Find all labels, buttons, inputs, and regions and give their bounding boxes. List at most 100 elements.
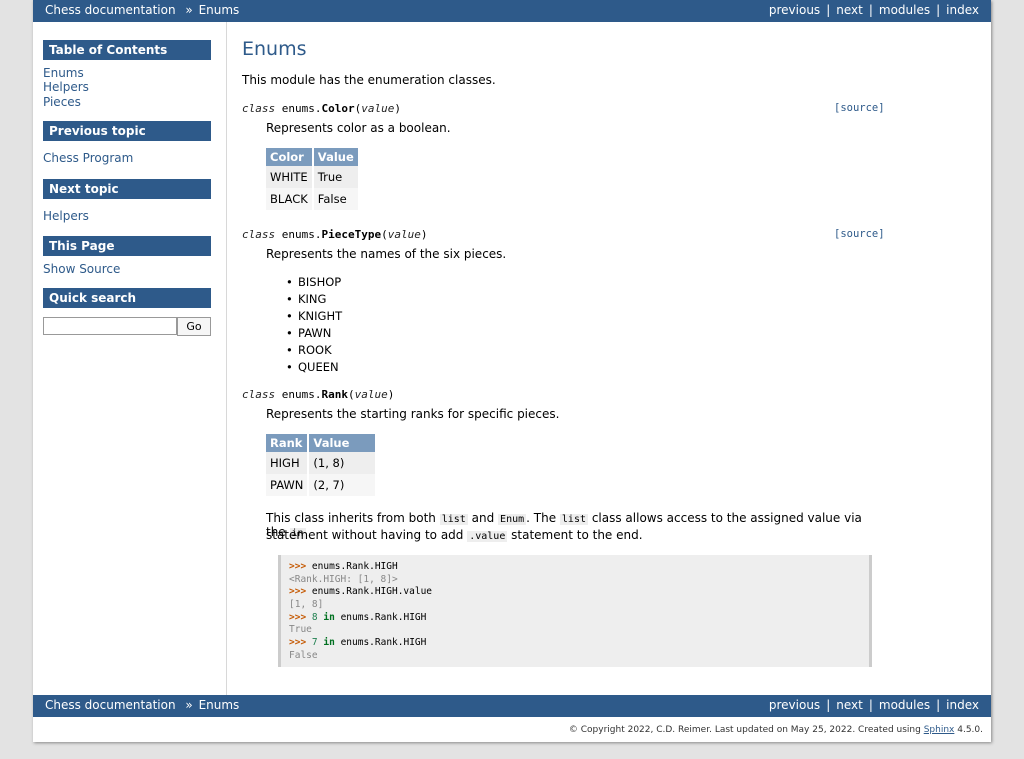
table-cell: True	[312, 166, 360, 188]
code-number: 8	[311, 611, 318, 623]
param-name: value	[361, 102, 395, 115]
breadcrumb-current: Enums	[198, 3, 240, 17]
code-block: >>> enums.Rank.HIGH <Rank.HIGH: [1, 8]> …	[278, 555, 872, 667]
piecetype-description: Represents the names of the six pieces.	[266, 247, 507, 261]
color-description: Represents color as a boolean.	[266, 121, 451, 135]
breadcrumb: Chess documentation » Enums	[45, 698, 239, 712]
nav-divider: |	[868, 3, 873, 17]
inline-code: list	[439, 514, 468, 525]
prompt: >>>	[289, 611, 307, 623]
module-prefix: enums.	[281, 388, 322, 401]
inline-code: .value	[467, 531, 508, 542]
related-links: previous | next | modules | index	[769, 3, 979, 17]
class-keyword: class	[242, 228, 276, 241]
inline-code: Enum	[498, 514, 527, 525]
next-topic-heading: Next topic	[43, 179, 211, 199]
list-item: PAWN	[286, 326, 332, 340]
next-link[interactable]: next	[836, 698, 863, 712]
breadcrumb: Chess documentation » Enums	[45, 3, 239, 17]
code-line: enums.Rank.HIGH	[340, 637, 427, 649]
nav-divider: |	[826, 3, 831, 17]
nav-divider: |	[936, 698, 941, 712]
code-output: True	[289, 624, 312, 636]
class-name: PieceType	[321, 228, 382, 241]
main-content: Enums This module has the enumeration cl…	[242, 22, 982, 695]
param-name: value	[387, 228, 421, 241]
color-signature: class enums.Color(value)	[242, 102, 401, 115]
module-prefix: enums.	[281, 228, 322, 241]
text: This class inherits from both	[266, 511, 440, 525]
previous-topic-heading: Previous topic	[43, 121, 211, 141]
code-output: [1, 8]	[289, 599, 324, 611]
footer: © Copyright 2022, C.D. Reimer. Last upda…	[33, 717, 991, 742]
related-links: previous | next | modules | index	[769, 698, 979, 712]
index-link[interactable]: index	[946, 3, 979, 17]
table-row: BLACK False	[266, 188, 360, 210]
this-page-heading: This Page	[43, 236, 211, 256]
inline-code: list	[559, 514, 588, 525]
table-cell: HIGH	[266, 452, 310, 474]
table-cell: (1, 8)	[308, 452, 378, 474]
table-cell: False	[312, 188, 360, 210]
copyright: © Copyright 2022, C.D. Reimer. Last upda…	[568, 725, 924, 735]
module-prefix: enums.	[281, 102, 322, 115]
list-item: QUEEN	[286, 360, 338, 374]
class-keyword: class	[242, 388, 276, 401]
previous-link[interactable]: previous	[769, 3, 820, 17]
previous-topic-link[interactable]: Chess Program	[43, 151, 133, 165]
table-header: Value	[308, 434, 378, 452]
table-header: Color	[266, 148, 314, 166]
rank-signature: class enums.Rank(value)	[242, 388, 395, 401]
table-cell: BLACK	[266, 188, 314, 210]
show-source-link[interactable]: Show Source	[43, 262, 120, 276]
sidebar: Table of Contents Enums Helpers Pieces P…	[33, 22, 227, 695]
code-output: False	[289, 649, 318, 661]
text: . The	[526, 511, 560, 525]
index-link[interactable]: index	[946, 698, 979, 712]
modules-link[interactable]: modules	[879, 698, 930, 712]
next-topic-link[interactable]: Helpers	[43, 209, 89, 223]
table-row: WHITE True	[266, 166, 360, 188]
breadcrumb-root-link[interactable]: Chess documentation	[45, 3, 176, 17]
table-row: HIGH (1, 8)	[266, 452, 378, 474]
toc-heading[interactable]: Table of Contents	[43, 40, 211, 60]
table-cell: (2, 7)	[308, 474, 378, 496]
list-item: KING	[286, 292, 327, 306]
class-keyword: class	[242, 102, 276, 115]
breadcrumb-separator: »	[185, 698, 193, 712]
prompt: >>>	[289, 637, 307, 649]
modules-link[interactable]: modules	[879, 3, 930, 17]
code-keyword: in	[323, 611, 335, 623]
nav-divider: |	[826, 698, 831, 712]
table-header: Rank	[266, 434, 310, 452]
breadcrumb-current: Enums	[198, 698, 240, 712]
table-header: Value	[312, 148, 360, 166]
toc-item-helpers[interactable]: Helpers	[43, 80, 89, 94]
source-link[interactable]: [source]	[834, 228, 885, 240]
class-name: Rank	[321, 388, 349, 401]
code-output: <Rank.HIGH: [1, 8]>	[289, 573, 398, 585]
breadcrumb-separator: »	[185, 3, 193, 17]
toc-item-pieces[interactable]: Pieces	[43, 95, 81, 109]
table-cell: WHITE	[266, 166, 314, 188]
param-name: value	[354, 388, 388, 401]
search-input[interactable]	[43, 317, 177, 335]
next-link[interactable]: next	[836, 3, 863, 17]
text: and	[467, 511, 499, 525]
go-button[interactable]: Go	[177, 317, 211, 336]
breadcrumb-root-link[interactable]: Chess documentation	[45, 698, 176, 712]
prompt: >>>	[289, 561, 307, 572]
toc-item-enums[interactable]: Enums	[43, 66, 84, 80]
bottom-nav-bar: Chess documentation » Enums previous | nex…	[33, 695, 991, 717]
piecetype-signature: class enums.PieceType(value)	[242, 228, 428, 241]
table-cell: PAWN	[266, 474, 310, 496]
quick-search-heading: Quick search	[43, 288, 211, 308]
nav-divider: |	[936, 3, 941, 17]
code-line: enums.Rank.HIGH	[311, 561, 398, 572]
source-link[interactable]: [source]	[834, 102, 885, 114]
rank-table: Rank Value HIGH (1, 8) PAWN (2, 7)	[266, 434, 378, 496]
previous-link[interactable]: previous	[769, 698, 820, 712]
sphinx-link[interactable]: Sphinx	[924, 725, 955, 735]
page-title: Enums	[242, 38, 307, 60]
code-line: enums.Rank.HIGH.value	[311, 586, 433, 598]
